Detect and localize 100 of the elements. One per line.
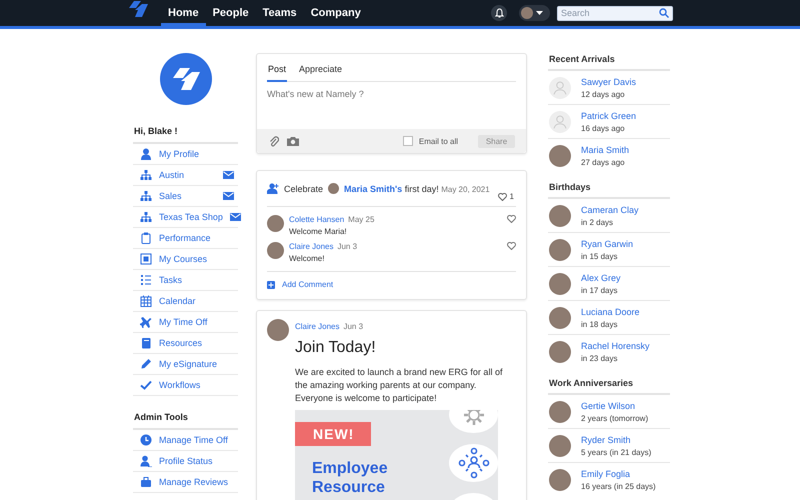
- link-label: Manage Time Off: [159, 435, 228, 445]
- greeting-text: Hi, Blake !: [133, 126, 238, 144]
- calendar-icon: [140, 295, 152, 307]
- person-detail: 16 days ago: [581, 124, 626, 132]
- sidebar-link[interactable]: Performance: [133, 228, 238, 249]
- celebration-text: Maria Smith's first day! May 20, 2021: [344, 184, 490, 194]
- person-link[interactable]: Maria Smith's: [344, 184, 402, 194]
- nav-tab[interactable]: Company: [304, 0, 368, 26]
- sidebar-link[interactable]: My Courses: [133, 249, 238, 270]
- plus-icon: [267, 280, 275, 288]
- composer-tab[interactable]: Appreciate: [298, 54, 344, 82]
- comment-author[interactable]: Colette Hansen: [289, 215, 344, 224]
- person-link[interactable]: Ryder Smith: [581, 434, 652, 444]
- link-label: Resources: [159, 338, 202, 348]
- person-detail: 16 years (in 25 days): [581, 482, 656, 490]
- sidebar-link[interactable]: Texas Tea Shop: [133, 207, 238, 228]
- post-composer[interactable]: Post Appreciate What's new at Namely ? Email to all Share: [256, 53, 527, 154]
- section-title: Admin Tools: [133, 412, 238, 430]
- sidebar-link[interactable]: Manage Time Off: [133, 430, 238, 451]
- sidebar-link[interactable]: Austin: [133, 165, 238, 186]
- person-link[interactable]: Sawyer Davis: [581, 76, 636, 86]
- person-detail: in 23 days: [581, 354, 618, 362]
- post-author[interactable]: Claire Jones: [295, 322, 340, 331]
- person-link[interactable]: Rachel Horensky: [581, 340, 650, 350]
- person-detail: in 17 days: [581, 286, 618, 294]
- comment-author[interactable]: Claire Jones: [289, 242, 334, 251]
- person-detail: in 18 days: [581, 320, 618, 328]
- profile-menu-button[interactable]: [519, 5, 550, 21]
- check-icon: [140, 379, 152, 391]
- search-field[interactable]: Search: [557, 6, 673, 20]
- link-label: Profile Status: [159, 456, 213, 466]
- sidebar-link[interactable]: My eSignature: [133, 354, 238, 375]
- search-icon: [659, 8, 669, 18]
- person-detail: 27 days ago: [581, 158, 626, 166]
- post-title: Join Today!: [295, 339, 377, 357]
- link-label: Performance: [159, 233, 211, 243]
- notification-button[interactable]: [491, 5, 507, 21]
- comment-date: Jun 3: [337, 242, 358, 251]
- person-link[interactable]: Emily Foglia: [581, 468, 656, 478]
- clock-icon: [140, 434, 152, 446]
- photo-placeholder: [328, 183, 340, 194]
- sidebar-link[interactable]: Manage Reviews: [133, 472, 238, 493]
- person-detail: in 15 days: [581, 252, 618, 260]
- link-label: My Courses: [159, 254, 208, 264]
- link-label: Calendar: [159, 296, 196, 306]
- celebrate-label: Celebrate: [284, 184, 324, 194]
- link-label: Workflows: [159, 380, 200, 390]
- link-label: Sales: [159, 191, 182, 201]
- screen-icon: [140, 253, 152, 265]
- like-count: 1: [510, 192, 514, 201]
- sidebar-link[interactable]: My Profile: [133, 144, 238, 165]
- person-link[interactable]: Gertie Wilson: [581, 400, 648, 410]
- person-link[interactable]: Cameran Clay: [581, 204, 639, 214]
- photo-placeholder: [521, 7, 533, 19]
- person-link[interactable]: Alex Grey: [581, 272, 621, 282]
- sidebar-link[interactable]: Workflows: [133, 375, 238, 396]
- person-detail: 12 days ago: [581, 90, 626, 98]
- checkbox-label: Email to all: [418, 136, 458, 146]
- comment-text: Welcome!: [289, 254, 326, 263]
- person-link[interactable]: Maria Smith: [581, 144, 630, 154]
- sidebar-link[interactable]: Sales: [133, 186, 238, 207]
- person-link[interactable]: Patrick Green: [581, 110, 636, 120]
- post-input[interactable]: What's new at Namely ?: [257, 82, 526, 129]
- comment-text: Welcome Maria!: [289, 227, 348, 236]
- photo-placeholder: [267, 215, 284, 232]
- heart-icon: [507, 215, 516, 223]
- email-checkbox[interactable]: [402, 136, 413, 146]
- community-icon: [458, 447, 490, 480]
- section-title: Recent Arrivals: [548, 54, 670, 71]
- promo-headline: Employee Resource: [312, 460, 389, 497]
- paperclip-icon: [269, 136, 279, 146]
- link-label: My Profile: [159, 149, 200, 159]
- person-link[interactable]: Ryan Garwin: [581, 238, 634, 248]
- search-input[interactable]: Search: [561, 8, 659, 18]
- add-person-icon: [267, 183, 279, 194]
- airplane-icon: [140, 316, 152, 328]
- clipboard-icon: [140, 232, 152, 244]
- logo-icon: [170, 67, 200, 91]
- sidebar-link[interactable]: Calendar: [133, 291, 238, 312]
- link-label: My Time Off: [159, 317, 208, 327]
- link-label: Texas Tea Shop: [159, 212, 223, 222]
- heart-icon: [498, 192, 507, 200]
- camera-icon: [287, 136, 299, 146]
- sidebar-link[interactable]: Tasks: [133, 270, 238, 291]
- post-body: We are excited to launch a brand new ERG for all of the amazing working parents at our company. Everyone is welcome to participate!: [295, 366, 503, 406]
- people-icon: [140, 455, 152, 467]
- sidebar-link[interactable]: Resources: [133, 333, 238, 354]
- nav-tab[interactable]: Teams: [256, 0, 304, 26]
- sidebar-link[interactable]: Profile Status: [133, 451, 238, 472]
- add-comment-link[interactable]: Add Comment: [257, 277, 526, 299]
- person-link[interactable]: Luciana Doore: [581, 306, 640, 316]
- person-detail: in 2 days: [581, 218, 614, 226]
- sidebar-link[interactable]: My Time Off: [133, 312, 238, 333]
- book-icon: [140, 337, 152, 349]
- post-date: Jun 3: [343, 322, 364, 331]
- photo-placeholder: [267, 242, 284, 259]
- nav-tab[interactable]: People: [206, 0, 256, 26]
- briefcase-icon: [140, 476, 152, 488]
- nav-tab[interactable]: Home: [161, 0, 206, 26]
- list-icon: [140, 274, 152, 286]
